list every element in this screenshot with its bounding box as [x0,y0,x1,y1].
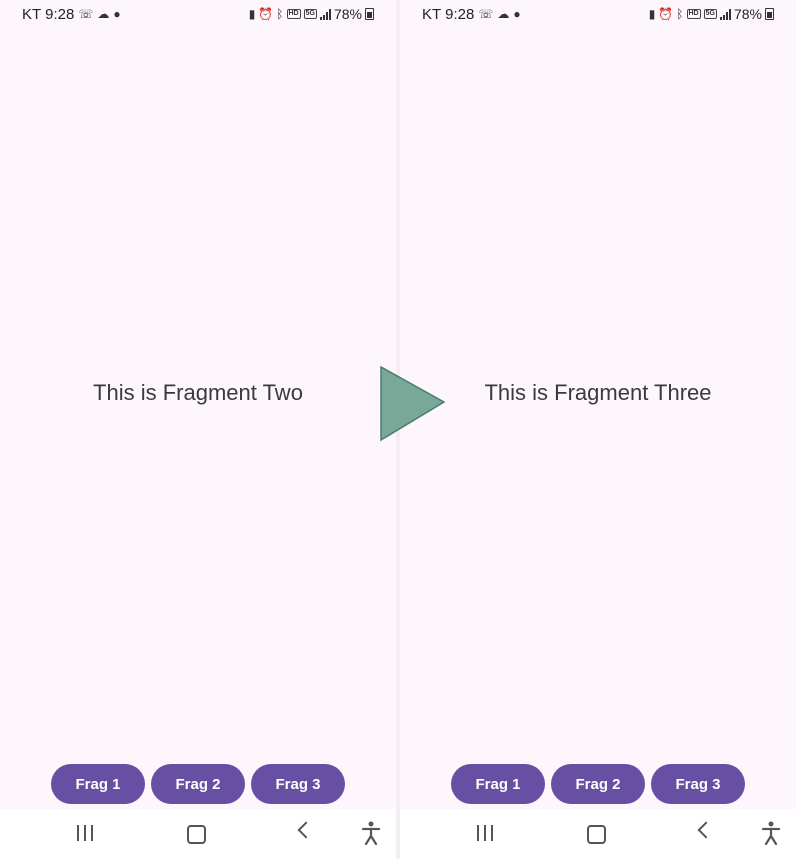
5g-icon: 5G [303,9,317,19]
frag-3-button[interactable]: Frag 3 [251,764,345,804]
fragment-button-row: Frag 1 Frag 2 Frag 3 [400,764,796,804]
status-bar-left: KT 9:28 ☏ ☁ ● [422,6,521,23]
carrier-label: KT [22,6,42,23]
clock: 9:28 [445,6,475,23]
status-bar-left: KT 9:28 ☏ ☁ ● [22,6,121,23]
battery-icon [765,8,774,20]
chat-icon: ● [113,7,121,21]
frag-2-button[interactable]: Frag 2 [551,764,645,804]
frag-1-button[interactable]: Frag 1 [451,764,545,804]
hd-icon: HD [286,9,301,19]
bluetooth-icon: ᛒ [276,6,284,21]
alarm-icon: ⏰ [258,6,274,21]
battery-percent: 78% [333,6,362,22]
wifi-call-icon: ☏ [478,7,494,21]
back-icon[interactable] [297,821,315,839]
signal-icon [719,8,731,20]
recents-icon[interactable] [77,825,93,841]
alarm-icon: ⏰ [658,6,674,21]
navigation-bar [0,809,396,859]
status-bar-right: ▮ ⏰ ᛒ HD 5G 78% [649,6,774,22]
home-icon[interactable] [187,825,206,844]
battery-percent: 78% [733,6,762,22]
cloud-icon: ☁ [497,7,510,21]
chat-icon: ● [513,7,521,21]
frag-1-button[interactable]: Frag 1 [51,764,145,804]
back-icon[interactable] [697,821,715,839]
status-bar-right: ▮ ⏰ ᛒ HD 5G 78% [249,6,374,22]
frag-3-button[interactable]: Frag 3 [651,764,745,804]
5g-icon: 5G [703,9,717,19]
signal-icon [319,8,331,20]
phone-screen-right: KT 9:28 ☏ ☁ ● ▮ ⏰ ᛒ HD 5G 78% This is Fr… [400,0,796,859]
accessibility-icon[interactable] [360,821,382,845]
navigation-bar [400,809,796,859]
hd-icon: HD [686,9,701,19]
recents-icon[interactable] [477,825,493,841]
home-icon[interactable] [587,825,606,844]
clock: 9:28 [45,6,75,23]
battery-saver-icon: ▮ [648,6,656,21]
cloud-icon: ☁ [97,7,110,21]
accessibility-icon[interactable] [760,821,782,845]
carrier-label: KT [422,6,442,23]
frag-2-button[interactable]: Frag 2 [151,764,245,804]
bluetooth-icon: ᛒ [676,6,684,21]
battery-icon [365,8,374,20]
play-arrow-icon [380,365,446,442]
fragment-message: This is Fragment Two [93,380,303,405]
fragment-button-row: Frag 1 Frag 2 Frag 3 [0,764,396,804]
status-bar: KT 9:28 ☏ ☁ ● ▮ ⏰ ᛒ HD 5G 78% [400,0,796,30]
phone-screen-left: KT 9:28 ☏ ☁ ● ▮ ⏰ ᛒ HD 5G 78% This is Fr… [0,0,396,859]
battery-saver-icon: ▮ [248,6,256,21]
wifi-call-icon: ☏ [78,7,94,21]
status-bar: KT 9:28 ☏ ☁ ● ▮ ⏰ ᛒ HD 5G 78% [0,0,396,30]
fragment-message: This is Fragment Three [484,380,712,405]
